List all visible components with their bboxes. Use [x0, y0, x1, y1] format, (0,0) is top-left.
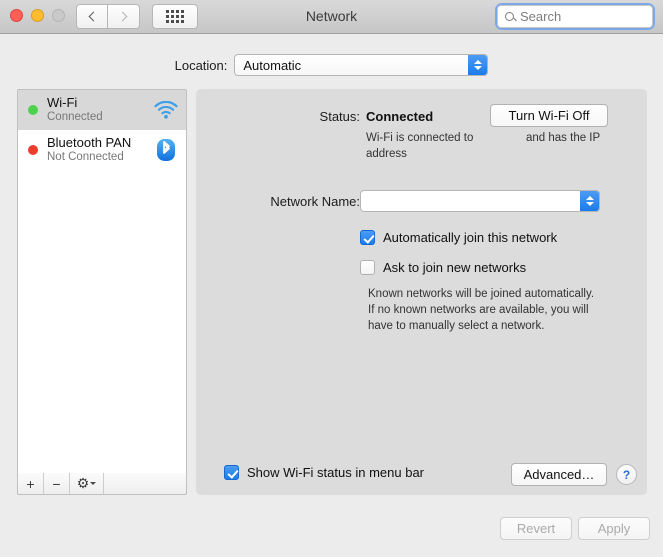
status-description-left: Wi-Fi is connected to address [366, 131, 496, 162]
gear-icon: ⚙ [76, 475, 90, 491]
status-label: Status: [319, 109, 360, 124]
search-input[interactable]: Search [497, 5, 653, 28]
bluetooth-icon [154, 138, 178, 162]
service-actions-menu-button[interactable]: ⚙ [70, 473, 104, 494]
menu-bar-checkbox[interactable] [224, 465, 239, 480]
chevron-down-icon [90, 482, 97, 485]
apply-label: Apply [597, 521, 631, 536]
remove-service-button[interactable]: − [44, 473, 70, 494]
status-dot [28, 105, 38, 115]
search-placeholder: Search [520, 9, 562, 24]
advanced-label: Advanced… [523, 467, 595, 482]
turn-wifi-off-label: Turn Wi-Fi Off [508, 108, 590, 123]
sidebar-item-text: Bluetooth PAN Not Connected [47, 134, 154, 164]
advanced-button[interactable]: Advanced… [511, 463, 607, 486]
location-popup-button[interactable]: Automatic [234, 54, 489, 76]
revert-label: Revert [516, 521, 556, 536]
revert-button[interactable]: Revert [500, 517, 572, 540]
search-field[interactable]: Search [495, 3, 655, 30]
status-description-line2: address [366, 147, 407, 160]
auto-join-checkbox-row[interactable]: Automatically join this network [360, 230, 557, 245]
sidebar-item-state: Connected [47, 110, 103, 123]
ask-join-label: Ask to join new networks [383, 260, 527, 275]
minus-icon: − [52, 475, 61, 492]
ask-join-checkbox[interactable] [360, 260, 375, 275]
location-row: Location: Automatic [0, 52, 663, 78]
up-down-chevron-icon [580, 191, 599, 211]
auto-join-checkbox[interactable] [360, 230, 375, 245]
sidebar-item-label: Bluetooth PAN [47, 134, 132, 150]
wifi-icon [154, 98, 178, 122]
search-icon [505, 12, 514, 21]
add-service-button[interactable]: + [18, 473, 44, 494]
sidebar-item-text: Wi-Fi Connected [47, 94, 154, 124]
network-name-label: Network Name: [270, 194, 360, 209]
help-button[interactable]: ? [616, 464, 637, 485]
apply-button[interactable]: Apply [578, 517, 650, 540]
join-help-text: Known networks will be joined automatica… [368, 288, 595, 332]
network-services-list[interactable]: Wi-Fi Connected Bluetooth PAN Not Connec… [17, 89, 187, 495]
wifi-settings-panel: Status: Connected Turn Wi-Fi Off Wi-Fi i… [196, 89, 647, 495]
up-down-chevron-icon [468, 55, 488, 75]
sidebar-item-bluetooth-pan[interactable]: Bluetooth PAN Not Connected [18, 130, 186, 170]
sidebar-item-wifi[interactable]: Wi-Fi Connected [18, 90, 186, 130]
status-description-line1: Wi-Fi is connected to [366, 132, 474, 144]
status-description-right: and has the IP [526, 132, 601, 144]
window-titlebar: Network Search [0, 0, 663, 34]
plus-icon: + [26, 475, 35, 492]
menu-bar-label: Show Wi-Fi status in menu bar [247, 465, 425, 480]
turn-wifi-off-button[interactable]: Turn Wi-Fi Off [490, 104, 608, 127]
sidebar-toolbar-filler [104, 473, 186, 494]
question-mark-icon: ? [622, 467, 631, 482]
status-dot [28, 145, 38, 155]
network-name-popup-button[interactable] [360, 190, 600, 212]
location-selected-value: Automatic [243, 57, 302, 73]
status-value: Connected [366, 109, 434, 124]
menu-bar-checkbox-row[interactable]: Show Wi-Fi status in menu bar [224, 465, 424, 480]
location-label: Location: [174, 57, 228, 73]
ask-join-checkbox-row[interactable]: Ask to join new networks [360, 260, 526, 275]
sidebar-item-state: Not Connected [47, 150, 124, 163]
auto-join-label: Automatically join this network [383, 230, 558, 245]
sidebar-toolbar: + − ⚙ [17, 473, 187, 495]
sidebar-item-label: Wi-Fi [47, 94, 78, 110]
